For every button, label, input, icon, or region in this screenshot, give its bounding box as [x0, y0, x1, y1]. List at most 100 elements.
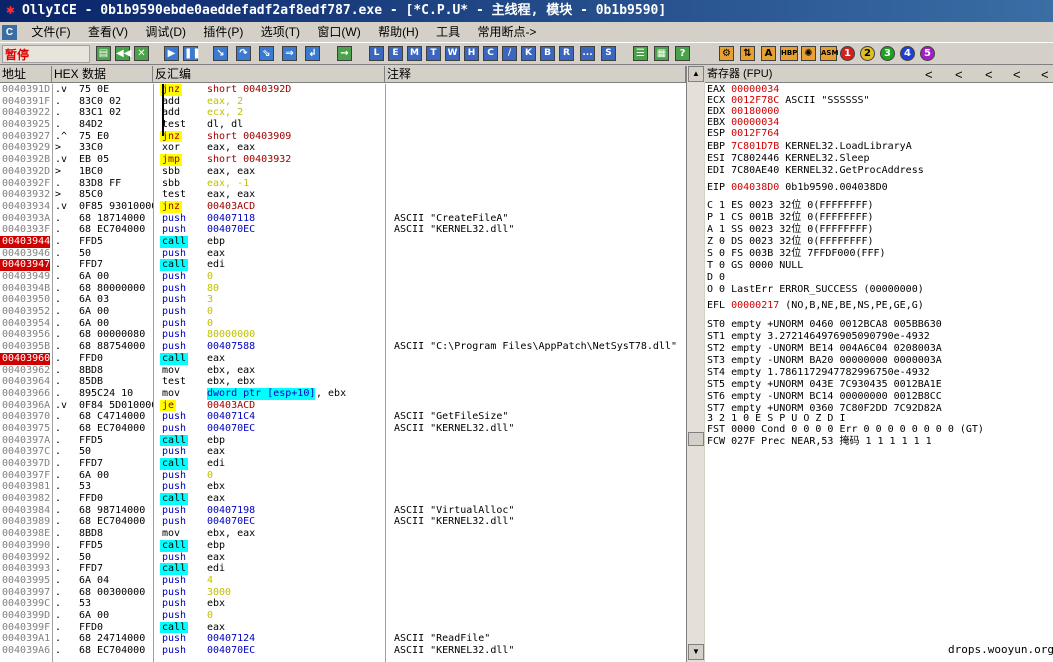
row-hex-bytes[interactable]: FFD0	[79, 353, 153, 365]
register-line[interactable]: FCW 027F Prec NEAR,53 掩码 1 1 1 1 1 1	[707, 436, 932, 447]
row-mnemonic[interactable]: call	[160, 259, 189, 272]
row-hex-bytes[interactable]: 6A 00	[79, 271, 153, 283]
disasm-row[interactable]: 00403929 >33C0 xor eax, eax	[0, 142, 686, 154]
step-into-icon[interactable]: ↘	[213, 46, 228, 61]
hardware-breakpoint-button[interactable]: HBP	[780, 46, 798, 61]
step-over-icon[interactable]: ↷	[236, 46, 251, 61]
row-operands[interactable]: eax, eax	[207, 142, 255, 154]
execute-till-return-icon[interactable]: ↲	[305, 46, 320, 61]
disasm-row[interactable]: 00403997. 68 00300000 push 3000	[0, 587, 686, 599]
row-hex-bytes[interactable]: 50	[79, 552, 153, 564]
disasm-row[interactable]: 00403992. 50 push eax	[0, 552, 686, 564]
row-hex-bytes[interactable]: FFD7	[79, 259, 153, 271]
row-address[interactable]: 00403982	[0, 493, 52, 505]
row-operands[interactable]: 0	[207, 470, 213, 482]
open-icon[interactable]: ▤	[96, 46, 111, 61]
row-operands[interactable]: eax	[207, 493, 225, 505]
disasm-row[interactable]: 00403954. 6A 00 push 0	[0, 318, 686, 330]
row-mnemonic[interactable]: push	[160, 575, 188, 587]
disasm-row[interactable]: 0040392D >1BC0 sbb eax, eax	[0, 166, 686, 178]
row-address[interactable]: 0040398E	[0, 528, 52, 540]
disasm-row[interactable]: 00403970. 68 C4714000 push 004071C4 ASCII "G…	[0, 411, 686, 423]
toolbar-memory-button[interactable]: M	[407, 46, 422, 61]
row-hex-bytes[interactable]: 6A 03	[79, 294, 153, 306]
disasm-row[interactable]: 00403990. FFD5 call ebp	[0, 539, 686, 552]
disasm-row[interactable]: 0040393A. 68 18714000 push 00407118 ASCII "C…	[0, 213, 686, 225]
row-operands[interactable]: 0	[207, 306, 213, 318]
row-hex-bytes[interactable]: 68 24714000	[79, 633, 153, 645]
row-operands[interactable]: eax, 2	[207, 96, 243, 108]
row-address[interactable]: 0040397A	[0, 435, 52, 447]
pause-icon[interactable]: ❚❚	[183, 46, 201, 61]
row-hex-bytes[interactable]: 68 EC704000	[79, 224, 153, 236]
registers-nav-left-icon[interactable]: <	[925, 66, 933, 83]
row-address[interactable]: 00403964	[0, 376, 52, 388]
row-mnemonic[interactable]: call	[160, 539, 189, 552]
toolbar-patches-button[interactable]: /	[502, 46, 517, 61]
row-operands[interactable]: eax	[207, 552, 225, 564]
disasm-scrollbar[interactable]: ▲ ▼	[686, 66, 704, 662]
row-operands[interactable]: 0	[207, 610, 213, 622]
register-line[interactable]: EIP 004038D0 0b1b9590.004038D0	[707, 182, 888, 193]
row-operands[interactable]: ebx, ebx	[207, 376, 255, 388]
row-address[interactable]: 0040399F	[0, 622, 52, 634]
row-hex-bytes[interactable]: 6A 04	[79, 575, 153, 587]
row-mnemonic[interactable]: push	[160, 213, 188, 225]
row-mnemonic[interactable]: push	[160, 423, 188, 435]
row-address[interactable]: 00403984	[0, 505, 52, 517]
row-operands[interactable]: 00407118	[207, 213, 255, 225]
row-address[interactable]: 0040395B	[0, 341, 52, 353]
row-operands[interactable]: edi	[207, 259, 225, 271]
row-operands[interactable]: eax, eax	[207, 166, 255, 178]
register-line[interactable]: ST1 empty 3.2721464976905090790e-4932	[707, 331, 930, 342]
row-operands[interactable]: ebp	[207, 540, 225, 552]
row-hex-bytes[interactable]: 83D8 FF	[79, 178, 153, 190]
disasm-row[interactable]: 00403984. 68 98714000 push 00407198 ASCII "V…	[0, 505, 686, 517]
disasm-row[interactable]: 00403949. 6A 00 push 0	[0, 271, 686, 283]
row-mnemonic[interactable]: mov	[160, 388, 182, 400]
row-operands[interactable]: 00407198	[207, 505, 255, 517]
row-address[interactable]: 0040391F	[0, 96, 52, 108]
toolbar-callstack-button[interactable]: K	[521, 46, 536, 61]
close-icon[interactable]: ✕	[134, 46, 149, 61]
scroll-up-arrow-icon[interactable]: ▲	[688, 66, 704, 82]
row-address[interactable]: 0040399D	[0, 610, 52, 622]
row-operands[interactable]: short 00403909	[207, 131, 291, 143]
row-mnemonic[interactable]: jmp	[160, 154, 183, 166]
row-address[interactable]: 00403947	[0, 259, 50, 272]
disasm-row[interactable]: 00403982. FFD0 call eax	[0, 493, 686, 505]
row-operands[interactable]: 00403ACD	[207, 201, 255, 213]
row-address[interactable]: 004039A1	[0, 633, 52, 645]
row-address[interactable]: 0040397C	[0, 446, 52, 458]
row-mnemonic[interactable]: test	[160, 119, 188, 131]
disasm-row[interactable]: 00403952. 6A 00 push 0	[0, 306, 686, 318]
row-hex-bytes[interactable]: 68 00000080	[79, 329, 153, 341]
row-hex-bytes[interactable]: FFD5	[79, 540, 153, 552]
row-mnemonic[interactable]: push	[160, 552, 188, 564]
row-hex-bytes[interactable]: 85DB	[79, 376, 153, 388]
row-address[interactable]: 0040392F	[0, 178, 52, 190]
toolbar-references-button[interactable]: R	[559, 46, 574, 61]
row-hex-bytes[interactable]: 8BD8	[79, 528, 153, 540]
row-hex-bytes[interactable]: FFD0	[79, 622, 153, 634]
toolbar-log-button[interactable]: L	[369, 46, 384, 61]
row-mnemonic[interactable]: test	[160, 376, 188, 388]
row-operands[interactable]: 0	[207, 318, 213, 330]
row-mnemonic[interactable]: call	[160, 621, 189, 634]
list-icon[interactable]: ☰	[633, 46, 648, 61]
row-hex-bytes[interactable]: 50	[79, 248, 153, 260]
row-address[interactable]: 0040397D	[0, 458, 52, 470]
row-mnemonic[interactable]: push	[160, 633, 188, 645]
disasm-row[interactable]: 0040392B .v EB 05 jmp short 00403932	[0, 154, 686, 166]
row-address[interactable]: 00403993	[0, 563, 52, 575]
row-mnemonic[interactable]: call	[160, 493, 189, 505]
row-operands[interactable]: eax, -1	[207, 178, 249, 190]
register-line[interactable]: FST 0000 Cond 0 0 0 0 Err 0 0 0 0 0 0 0 …	[707, 424, 984, 435]
row-address[interactable]: 00403949	[0, 271, 52, 283]
row-address[interactable]: 00403962	[0, 365, 52, 377]
row-operands[interactable]: eax	[207, 353, 225, 365]
row-address[interactable]: 00403922	[0, 107, 52, 119]
row-address[interactable]: 0040393F	[0, 224, 52, 236]
register-line[interactable]: Z 0 DS 0023 32位 0(FFFFFFFF)	[707, 236, 874, 247]
row-hex-bytes[interactable]: 68 EC704000	[79, 645, 153, 657]
